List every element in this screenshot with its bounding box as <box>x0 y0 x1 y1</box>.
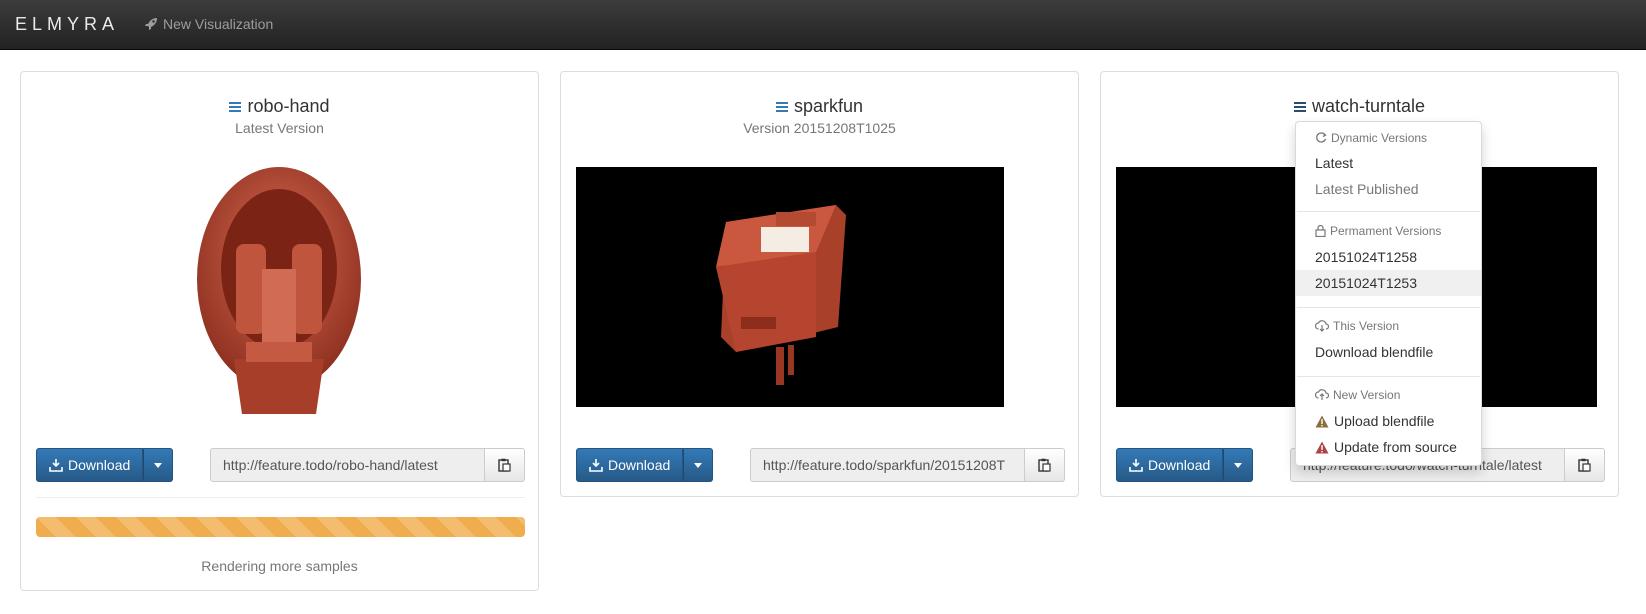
update-from-source-label: Update from source <box>1334 439 1457 455</box>
download-dropdown-toggle[interactable] <box>683 448 714 482</box>
download-icon <box>1129 459 1143 472</box>
permanent-versions-label: Permament Versions <box>1330 224 1442 238</box>
rocket-icon <box>145 18 157 30</box>
url-group: http://feature.todo/sparkfun/20151208T <box>750 448 1065 482</box>
share-url-field[interactable]: http://feature.todo/robo-hand/latest <box>210 448 485 482</box>
render-image <box>576 167 1004 407</box>
download-button[interactable]: Download <box>1116 448 1224 482</box>
lock-icon <box>1315 225 1326 237</box>
this-version-header: This Version <box>1315 319 1399 333</box>
version-item[interactable]: 20151024T1258 <box>1296 244 1481 270</box>
card-title[interactable]: watch-turntale <box>1101 96 1618 117</box>
cloud-download-icon <box>1315 320 1329 332</box>
download-dropdown-toggle[interactable] <box>1223 448 1254 482</box>
card-divider <box>36 497 525 498</box>
menu-divider <box>1297 307 1480 308</box>
download-label: Download <box>68 457 131 473</box>
menu-divider <box>1297 376 1480 377</box>
url-group: http://feature.todo/robo-hand/latest <box>210 448 525 482</box>
warning-icon <box>1315 415 1329 427</box>
version-item-label: 20151024T1258 <box>1315 249 1417 265</box>
version-dropdown-menu: Dynamic Versions Latest Latest Published… <box>1295 121 1482 466</box>
brand-logo[interactable]: ELMYRA <box>15 14 119 35</box>
copy-url-button[interactable] <box>485 448 525 482</box>
download-button[interactable]: Download <box>576 448 684 482</box>
version-item[interactable]: 20151024T1253 <box>1296 270 1481 296</box>
card-title-text: watch-turntale <box>1311 96 1426 116</box>
version-item-label: 20151024T1253 <box>1315 275 1417 291</box>
clipboard-icon <box>1038 458 1051 472</box>
download-icon <box>49 459 63 472</box>
caret-down-icon <box>1234 462 1243 468</box>
download-button[interactable]: Download <box>36 448 144 482</box>
render-image <box>166 164 391 426</box>
version-latest-published-label: Latest Published <box>1315 181 1419 197</box>
download-button-group: Download <box>1116 448 1254 482</box>
card-title[interactable]: robo-hand <box>21 96 538 117</box>
clipboard-icon <box>1578 458 1591 472</box>
download-blendfile-label: Download blendfile <box>1315 344 1434 360</box>
version-latest[interactable]: Latest <box>1296 150 1481 176</box>
clipboard-icon <box>498 458 511 472</box>
render-progress-fill <box>36 517 525 537</box>
menu-icon <box>1293 101 1306 112</box>
card-title[interactable]: sparkfun <box>561 96 1078 117</box>
progress-status-text: Rendering more samples <box>201 558 358 574</box>
update-from-source-item[interactable]: Update from source <box>1296 434 1481 460</box>
copy-url-button[interactable] <box>1565 448 1605 482</box>
navbar: ELMYRA New Visualization <box>0 0 1646 50</box>
share-url-field[interactable]: http://feature.todo/sparkfun/20151208T <box>750 448 1025 482</box>
version-latest-label: Latest <box>1315 155 1354 171</box>
upload-blendfile-item[interactable]: Upload blendfile <box>1296 408 1481 434</box>
refresh-icon <box>1316 132 1327 143</box>
download-blendfile-item[interactable]: Download blendfile <box>1296 339 1481 365</box>
card-version: Latest Version <box>235 120 324 136</box>
visualization-card-sparkfun: sparkfun Version 20151208T1025 Download … <box>560 71 1079 497</box>
menu-icon <box>775 101 788 112</box>
new-visualization-label: New Visualization <box>163 16 274 32</box>
download-label: Download <box>1148 457 1211 473</box>
visualization-card-robo-hand: robo-hand Latest Version Download http:/… <box>20 71 539 591</box>
dynamic-versions-header: Dynamic Versions <box>1315 131 1427 145</box>
card-title-text: sparkfun <box>793 96 864 116</box>
download-button-group: Download <box>36 448 174 482</box>
download-label: Download <box>608 457 671 473</box>
permanent-versions-header: Permament Versions <box>1315 224 1441 238</box>
warning-icon <box>1315 441 1329 453</box>
new-version-header: New Version <box>1315 388 1400 402</box>
card-title-text: robo-hand <box>247 96 330 116</box>
caret-down-icon <box>154 462 163 468</box>
version-latest-published[interactable]: Latest Published <box>1296 176 1481 202</box>
new-visualization-link[interactable]: New Visualization <box>144 16 273 32</box>
caret-down-icon <box>694 462 703 468</box>
upload-blendfile-label: Upload blendfile <box>1334 413 1435 429</box>
dynamic-versions-label: Dynamic Versions <box>1331 131 1428 145</box>
menu-divider <box>1297 211 1480 212</box>
download-dropdown-toggle[interactable] <box>143 448 174 482</box>
copy-url-button[interactable] <box>1025 448 1065 482</box>
menu-icon <box>229 101 242 112</box>
this-version-label: This Version <box>1333 319 1400 333</box>
card-version: Version 20151208T1025 <box>743 120 896 136</box>
download-button-group: Download <box>576 448 714 482</box>
download-icon <box>589 459 603 472</box>
render-progress-bar <box>36 517 525 537</box>
new-version-label: New Version <box>1333 388 1401 402</box>
cloud-upload-icon <box>1315 389 1329 400</box>
